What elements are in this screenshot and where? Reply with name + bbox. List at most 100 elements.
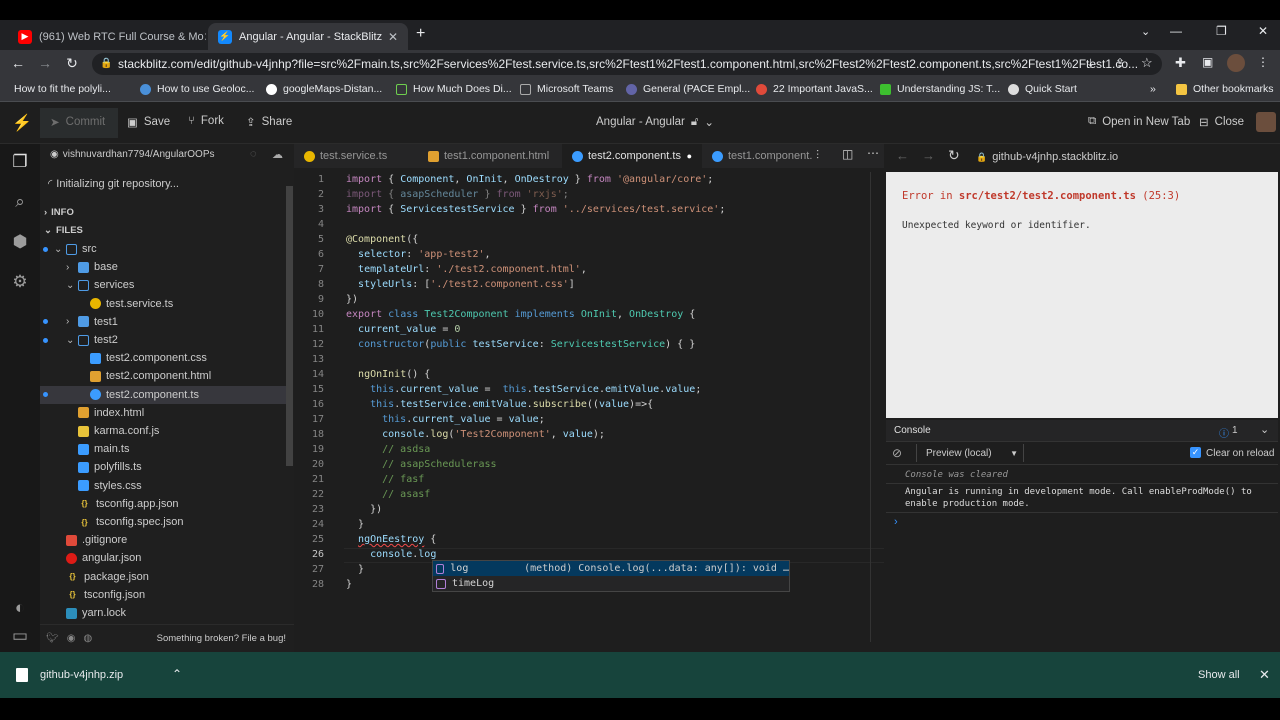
install-icon[interactable]: ⤓	[1088, 56, 1093, 71]
code-line[interactable]: @Component({	[346, 234, 418, 245]
file-tree-item[interactable]: .gitignore	[40, 531, 286, 549]
code-line[interactable]: this.current_value = this.testService.em…	[346, 384, 701, 395]
code-line[interactable]: ngOnEestroy {	[346, 534, 436, 545]
bookmark-item[interactable]: How to fit the polyli...	[14, 83, 111, 95]
url-input[interactable]: 🔒 stackblitz.com/edit/github-v4jnhp?file…	[92, 53, 1162, 75]
file-tree-item[interactable]: ⌄ services	[40, 276, 286, 294]
chevron-down-icon[interactable]: ⌄	[1260, 423, 1269, 436]
avatar[interactable]	[1256, 112, 1276, 132]
angular-icon[interactable]: ⬢	[10, 232, 30, 252]
code-line[interactable]: console.log('Test2Component', value);	[346, 429, 605, 440]
code-line[interactable]: })	[346, 294, 358, 305]
file-tree-item[interactable]: angular.json	[40, 549, 286, 567]
window-close-button[interactable]: ✕	[1258, 24, 1268, 38]
unsaved-dot-icon[interactable]: ●	[687, 151, 692, 161]
stackblitz-logo-icon[interactable]: ⚡	[12, 113, 32, 133]
twitter-icon[interactable]: 🐦︎	[46, 633, 59, 644]
maximize-button[interactable]: ❐	[1216, 24, 1227, 38]
bookmark-item[interactable]: How Much Does Di...	[396, 83, 512, 95]
file-tree-item[interactable]: yarn.lock	[40, 604, 286, 622]
file-tree-item[interactable]: {} package.json	[40, 568, 286, 586]
minimize-button[interactable]: —	[1170, 24, 1182, 38]
other-bookmarks[interactable]: Other bookmarks	[1176, 83, 1274, 95]
share-icon[interactable]: ⇪	[1115, 56, 1125, 70]
bookmarks-more[interactable]: »	[1150, 83, 1156, 95]
sidebar-scrollbar[interactable]	[286, 186, 293, 466]
editor-tab[interactable]: test1.component.	[702, 144, 812, 168]
cloud-icon[interactable]: ☁	[272, 148, 283, 161]
close-button[interactable]: ⊟ Close	[1199, 115, 1244, 129]
avatar[interactable]	[1227, 54, 1245, 72]
split-editor-icon[interactable]: ◫	[842, 147, 853, 161]
clear-console-icon[interactable]: ⊘	[892, 446, 902, 460]
file-tree-item[interactable]: › test1	[40, 313, 286, 331]
fork-button[interactable]: ⑂ Fork	[188, 115, 224, 127]
bookmark-item[interactable]: Understanding JS: T...	[880, 83, 1000, 95]
file-tree-item[interactable]: test2.component.html	[40, 367, 286, 385]
back-arrow-icon[interactable]: ←	[9, 55, 27, 71]
reload-icon[interactable]: ↻	[948, 147, 960, 164]
bookmark-item[interactable]: Quick Start	[1008, 83, 1077, 95]
extensions-icon[interactable]: ✚	[1175, 55, 1186, 71]
code-line[interactable]: constructor(public testService: Services…	[346, 339, 695, 350]
save-button[interactable]: ▣ Save	[127, 115, 170, 129]
file-tree-item[interactable]: styles.css	[40, 477, 286, 495]
editor-tab[interactable]: test1.component.html	[418, 144, 562, 168]
search-icon[interactable]: ⌕	[10, 192, 30, 212]
file-tree-item[interactable]: {} tsconfig.spec.json	[40, 513, 286, 531]
editor-tab-active[interactable]: test2.component.ts ●	[562, 144, 702, 168]
share-button[interactable]: ⇪ Share	[246, 115, 292, 129]
code-line[interactable]: import { Component, OnInit, OnDestroy } …	[346, 174, 713, 185]
download-filename[interactable]: github-v4jnhp.zip	[40, 669, 123, 681]
file-tree-item[interactable]: › base	[40, 258, 286, 276]
bookmark-item[interactable]: General (PACE Empl...	[626, 83, 750, 95]
bookmark-item[interactable]: Microsoft Teams	[520, 83, 613, 95]
menu-icon[interactable]: ⋮	[1257, 55, 1269, 69]
file-tree-item[interactable]: ⌄ src	[40, 240, 286, 258]
code-line[interactable]: }	[346, 579, 352, 590]
file-bug-link[interactable]: Something broken? File a bug!	[157, 633, 286, 644]
star-icon[interactable]: ☆	[1141, 55, 1153, 71]
code-line[interactable]: }	[346, 519, 364, 530]
file-tree-item[interactable]: {} tsconfig.app.json	[40, 495, 286, 513]
bookmark-item[interactable]: How to use Geoloc...	[140, 83, 254, 95]
files-icon[interactable]: ❐	[10, 152, 30, 172]
close-icon[interactable]: ✕	[388, 30, 398, 44]
code-line[interactable]: // asdsa	[346, 444, 430, 455]
context-select[interactable]: Preview (local) ▼	[916, 444, 1024, 462]
bookmark-item[interactable]: 22 Important JavaS...	[756, 83, 873, 95]
gear-icon[interactable]: ⚙	[10, 272, 30, 292]
file-tree-item[interactable]: test.service.ts	[40, 295, 286, 313]
chevron-up-icon[interactable]: ⌃	[172, 667, 182, 681]
clear-on-reload-checkbox[interactable]: ✓	[1190, 447, 1201, 458]
code-line[interactable]: this.current_value = value;	[346, 414, 545, 425]
suggestion-item[interactable]: log (method) Console.log(...data: any[]):…	[433, 561, 789, 576]
console-tab[interactable]: Console	[894, 425, 931, 436]
format-icon[interactable]: ⫶	[816, 148, 819, 163]
code-line[interactable]: // asasf	[346, 489, 430, 500]
file-tree-item[interactable]: test2.component.ts	[40, 385, 286, 404]
code-line[interactable]: import { asapScheduler } from 'rxjs';	[346, 189, 569, 200]
commit-button[interactable]: ➤ Commit	[50, 115, 105, 129]
close-icon[interactable]: ✕	[204, 30, 206, 44]
back-arrow-icon[interactable]: ←	[896, 148, 909, 163]
tab-search-icon[interactable]: ⌄	[1141, 25, 1150, 38]
bookmark-item[interactable]: googleMaps-Distan...	[266, 83, 382, 95]
github-icon[interactable]: ◉	[67, 633, 76, 644]
suggestion-item[interactable]: timeLog	[433, 576, 789, 591]
code-line[interactable]: styleUrls: ['./test2.component.css']	[346, 279, 575, 290]
info-section[interactable]: › INFO	[44, 203, 290, 221]
discord-icon[interactable]: ◍	[83, 633, 92, 644]
new-tab-button[interactable]: +	[416, 25, 425, 43]
code-line[interactable]: import { ServicestestService } from '../…	[346, 204, 725, 215]
reload-icon[interactable]: ↻	[63, 55, 81, 72]
panel-layout-icon[interactable]: ▭	[10, 626, 30, 646]
show-all-button[interactable]: Show all	[1198, 669, 1240, 681]
file-tree-item[interactable]: ⌄ test2	[40, 331, 286, 349]
files-section[interactable]: ⌄ FILES	[44, 221, 290, 239]
code-line[interactable]: console.log	[346, 549, 436, 560]
file-tree-item[interactable]: main.ts	[40, 440, 286, 458]
code-line[interactable]: // asapSchedulerass	[346, 459, 496, 470]
theme-toggle-icon[interactable]: ◐	[10, 598, 30, 618]
code-line[interactable]: current_value = 0	[346, 324, 460, 335]
